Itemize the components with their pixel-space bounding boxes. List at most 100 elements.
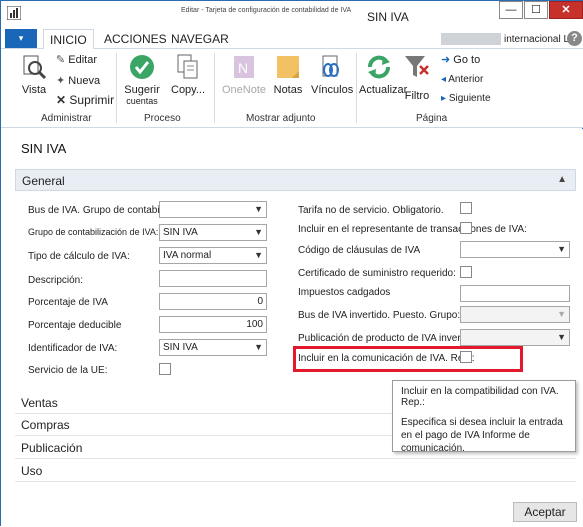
field-label: Incluir en el representante de transacci… (298, 224, 527, 235)
field-label: Tarifa no de servicio. Obligatorio. (298, 205, 444, 216)
identificador-iva-select[interactable]: SIN IVA ▼ (159, 339, 267, 356)
nueva-label: Nueva (68, 75, 101, 87)
onenote-label: OneNote (221, 84, 267, 96)
tab-inicio[interactable]: INICIO (43, 29, 94, 50)
group-mostrar-adjunto: Mostrar adjunto (246, 113, 316, 124)
svg-text:N: N (238, 60, 248, 76)
vista-button[interactable]: Vista (19, 53, 49, 96)
servicio-ue-checkbox[interactable] (159, 363, 171, 375)
grupo-contabilizacion-iva-select[interactable]: SIN IVA ▼ (159, 224, 267, 241)
view-icon (23, 55, 47, 80)
maximize-icon: ☐ (531, 4, 541, 16)
codigo-clausulas-iva-select[interactable]: ▼ (460, 241, 570, 258)
window-title: SIN IVA (367, 10, 409, 24)
vinculos-label: Vínculos (311, 84, 354, 96)
page-title: SIN IVA (21, 141, 67, 156)
impuestos-cargados-input[interactable] (460, 285, 570, 302)
goto-label: Go to (453, 54, 481, 66)
goto-button[interactable]: ➜ Go to (441, 53, 480, 66)
porcentaje-iva-input[interactable]: 0 (159, 293, 267, 310)
maximize-button[interactable]: ☐ (524, 1, 548, 19)
tipo-calculo-iva-select[interactable]: IVA normal ▼ (159, 247, 267, 264)
ribbon-separator (356, 53, 357, 123)
refresh-icon (368, 55, 390, 79)
check-circle-icon (130, 55, 154, 79)
nueva-button[interactable]: ✦ Nueva (56, 74, 100, 87)
app-menu-button[interactable]: ▾ (5, 29, 37, 48)
field-label: Código de cláusulas de IVA (298, 245, 421, 256)
chevron-down-icon: ▼ (557, 332, 566, 342)
fasttab-general-label: General (22, 174, 65, 188)
filter-icon (405, 56, 429, 77)
field-label: Impuestos cadgados (298, 287, 391, 298)
fasttab-uso[interactable]: Uso (15, 460, 576, 482)
vinculos-button[interactable]: Vínculos (311, 53, 354, 96)
title-bar: Editar - Tarjeta de configuración de con… (1, 1, 583, 29)
filtro-button[interactable]: Filtro (403, 53, 431, 102)
minimize-button[interactable]: — (499, 1, 523, 19)
anterior-button[interactable]: ◂ Anterior (441, 74, 483, 85)
chevron-up-icon[interactable]: ▲ (557, 174, 567, 185)
help-icon[interactable]: ? (567, 31, 582, 46)
field-label: Porcentaje deducible (28, 320, 122, 331)
field-label: Certificado de suministro requerido: (298, 268, 456, 279)
anterior-label: Anterior (448, 74, 484, 85)
tarifa-no-servicio-checkbox[interactable] (460, 202, 472, 214)
close-button[interactable]: ✕ (549, 1, 583, 19)
company-name-redacted (441, 33, 501, 45)
notas-button[interactable]: Notas (271, 53, 305, 96)
editar-button[interactable]: ✎ Editar (56, 53, 97, 66)
next-icon: ▸ (441, 93, 447, 104)
copy-button[interactable]: Copy... (171, 53, 205, 96)
fasttab-general-header[interactable]: General ▲ (15, 169, 576, 191)
field-label: Porcentaje de IVA (28, 297, 108, 308)
pencil-icon: ✎ (56, 54, 66, 66)
app-icon (7, 6, 21, 20)
group-administrar: Administrar (41, 113, 92, 124)
tab-acciones[interactable]: ACCIONES (104, 32, 167, 46)
close-icon: ✕ (561, 4, 571, 16)
siguiente-button[interactable]: ▸ Siguiente (441, 93, 491, 104)
actualizar-label: Actualizar (359, 84, 408, 96)
note-icon (277, 56, 299, 78)
vista-label: Vista (21, 84, 47, 96)
onenote-button[interactable]: N OneNote (221, 53, 267, 96)
ribbon-separator (116, 53, 117, 123)
field-label: Identificador de IVA: (28, 343, 118, 354)
field-label: Publicación de producto de IVA invertido… (298, 333, 480, 344)
field-label: Tipo de cálculo de IVA: (28, 251, 130, 262)
field-label: Bus de IVA invertido. Puesto. Grupo: (298, 310, 461, 321)
bus-iva-invertido-select[interactable]: ▼ (460, 306, 570, 323)
chevron-down-icon: ▼ (254, 250, 263, 260)
chevron-down-icon: ▼ (557, 309, 566, 319)
new-icon: ✦ (56, 75, 66, 87)
bus-iva-grupo-select[interactable]: ▼ (159, 201, 267, 218)
chevron-down-icon: ▼ (254, 342, 263, 352)
copy-label: Copy... (171, 84, 206, 96)
window-subtitle: Editar - Tarjeta de configuración de con… (181, 7, 352, 14)
ribbon-separator (214, 53, 215, 123)
ribbon-tabs: ▾ INICIO ACCIONES NAVEGAR internacional … (1, 29, 583, 50)
field-label: Servicio de la UE: (28, 365, 108, 376)
publicacion-producto-iva-invertido-select[interactable]: ▼ (460, 329, 570, 346)
onenote-icon: N (234, 56, 254, 78)
descripcion-input[interactable] (159, 270, 267, 287)
chevron-down-icon: ▼ (254, 204, 263, 214)
link-icon (322, 55, 339, 77)
chevron-down-icon: ▼ (254, 227, 263, 237)
window: Editar - Tarjeta de configuración de con… (0, 0, 583, 527)
porcentaje-deducible-input[interactable]: 100 (159, 316, 267, 333)
aceptar-button[interactable]: Aceptar (513, 502, 577, 522)
sugerir-cuentas-button[interactable]: Sugerir cuentas (122, 53, 162, 106)
editar-label: Editar (68, 54, 98, 66)
suprimir-button[interactable]: ✕ Suprimir (56, 93, 114, 107)
incluir-representante-checkbox[interactable] (460, 222, 472, 234)
tab-navegar[interactable]: NAVEGAR (171, 32, 229, 46)
filtro-label: Filtro (404, 90, 430, 102)
copy-icon (177, 54, 198, 79)
chevron-down-icon: ▾ (18, 33, 24, 43)
tooltip-body: Especifica si desea incluir la entrada e… (401, 417, 563, 454)
delete-icon: ✕ (56, 93, 67, 107)
certificado-suministro-checkbox[interactable] (460, 266, 472, 278)
actualizar-button[interactable]: Actualizar (359, 53, 408, 96)
